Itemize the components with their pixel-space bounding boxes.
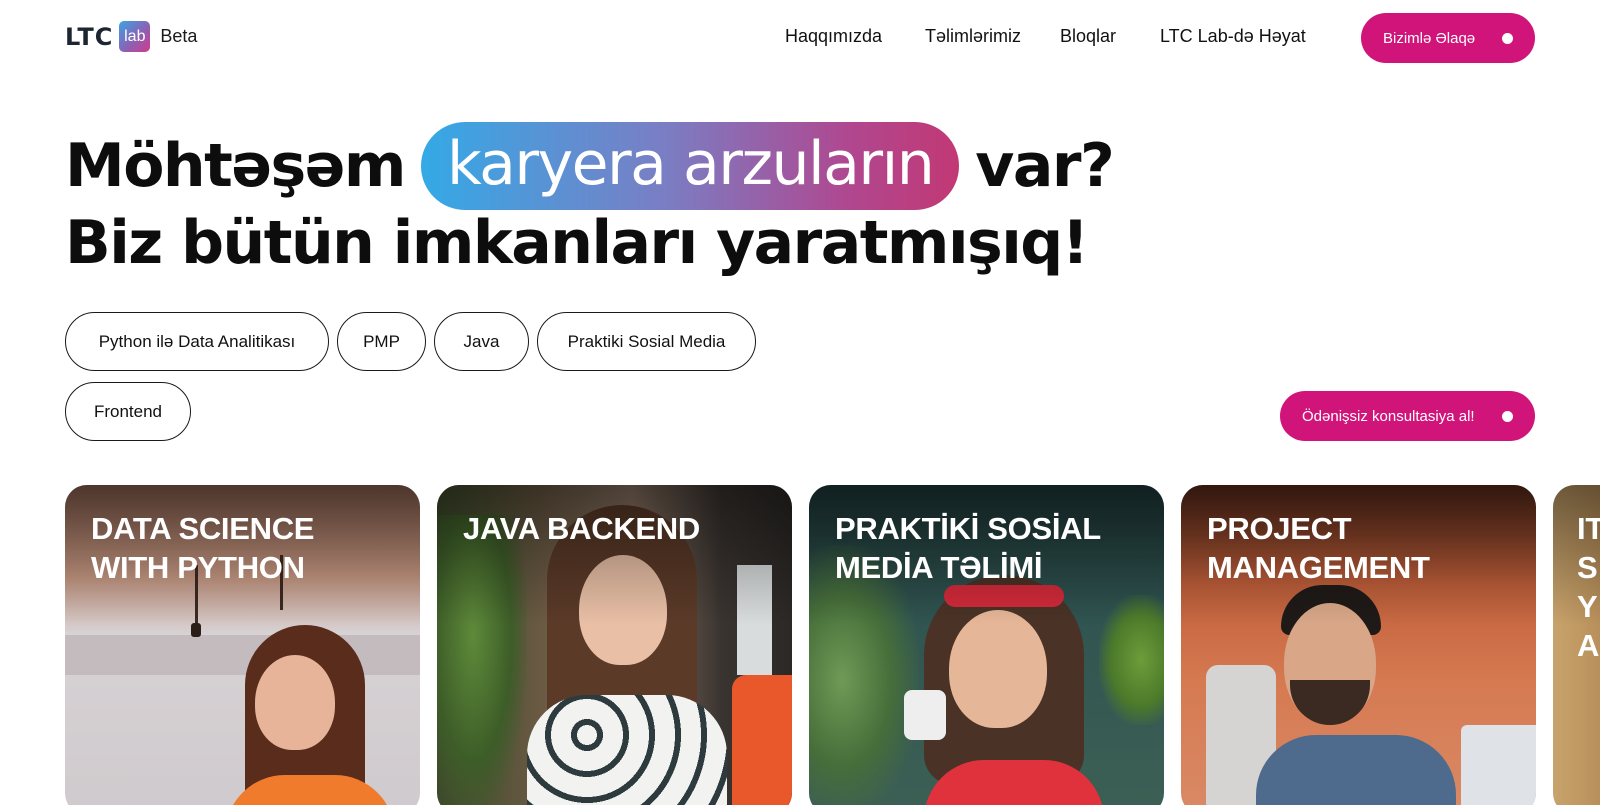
course-card-social-media[interactable]: PRAKTİKİ SOSİAL MEDİA TƏLİMİ <box>809 485 1164 805</box>
tag-pmp[interactable]: PMP <box>337 312 426 371</box>
ltc-lab-logo[interactable]: LTC lab Beta <box>65 21 197 52</box>
nav-life-at-ltc[interactable]: LTC Lab-də Həyat <box>1160 26 1306 47</box>
contact-us-button[interactable]: Bizimlə Əlaqə <box>1361 13 1535 63</box>
tag-java[interactable]: Java <box>434 312 529 371</box>
hero-headline-line1: Möhtəşəm karyera arzuların var? <box>65 118 1115 214</box>
tag-python-data-analytics[interactable]: Python ilə Data Analitikası <box>65 312 329 371</box>
nav-blogs[interactable]: Bloqlar <box>1060 26 1116 47</box>
tag-frontend[interactable]: Frontend <box>65 382 191 441</box>
contact-us-label: Bizimlə Əlaqə <box>1383 29 1476 47</box>
logo-wordmark: LTC <box>65 22 114 51</box>
course-card-it[interactable]: IT SY A <box>1553 485 1600 805</box>
hero-highlight-pill: karyera arzuların <box>420 122 960 210</box>
free-consultation-button[interactable]: Ödənişsiz konsultasiya al! <box>1280 391 1535 441</box>
hero-word-before: Möhtəşəm <box>65 131 406 201</box>
logo-lab-badge: lab <box>119 21 151 52</box>
person-photo <box>215 625 420 805</box>
course-card-title: PROJECT MANAGEMENT <box>1207 511 1430 585</box>
dot-icon <box>1502 32 1513 44</box>
course-card-data-science[interactable]: DATA SCIENCE WITH PYTHON <box>65 485 420 805</box>
hero-headline-line2: Biz bütün imkanları yaratmışıq! <box>65 208 1089 278</box>
hero-word-after: var? <box>975 131 1115 201</box>
course-card-title: PRAKTİKİ SOSİAL MEDİA TƏLİMİ <box>835 511 1101 585</box>
logo-beta-label: Beta <box>160 26 198 46</box>
nav-trainings[interactable]: Təlimlərimiz <box>925 26 1021 47</box>
dot-icon <box>1502 410 1513 422</box>
free-consultation-label: Ödənişsiz konsultasiya al! <box>1302 407 1475 425</box>
course-card-title: DATA SCIENCE WITH PYTHON <box>91 511 315 585</box>
site-header: LTC lab Beta Haqqımızda Təlimlərimiz Blo… <box>0 0 1600 76</box>
course-card-title: JAVA BACKEND <box>463 511 700 546</box>
tag-social-media[interactable]: Praktiki Sosial Media <box>537 312 756 371</box>
nav-about[interactable]: Haqqımızda <box>785 26 882 47</box>
course-card-java-backend[interactable]: JAVA BACKEND <box>437 485 792 805</box>
course-card-project-management[interactable]: PROJECT MANAGEMENT <box>1181 485 1536 805</box>
course-card-title: IT SY A <box>1577 511 1600 663</box>
